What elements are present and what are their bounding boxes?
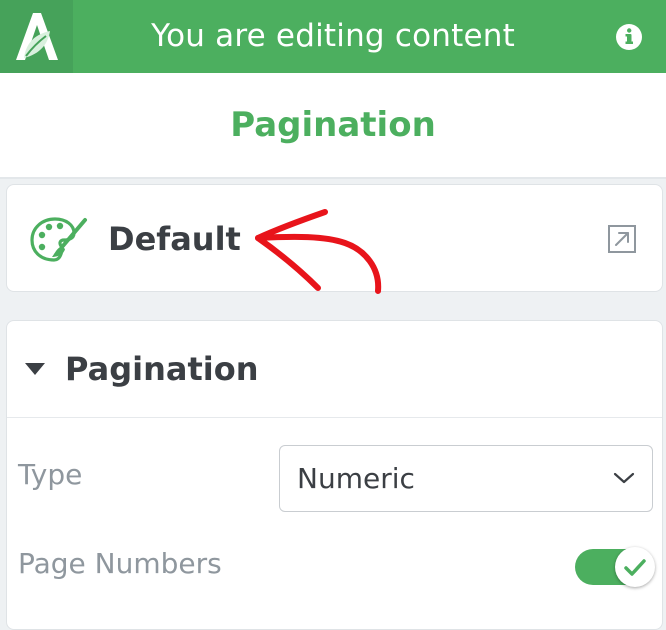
panel-title: Pagination	[65, 350, 259, 388]
style-selector-card[interactable]: Default	[6, 184, 663, 292]
caret-down-icon	[25, 363, 45, 375]
check-icon	[615, 547, 655, 587]
chevron-down-icon	[612, 470, 636, 486]
page-numbers-label: Page Numbers	[18, 547, 222, 580]
page-numbers-toggle[interactable]	[575, 547, 655, 587]
type-select-value: Numeric	[297, 462, 415, 495]
open-external-icon[interactable]	[607, 224, 637, 254]
top-header: You are editing content	[0, 0, 666, 73]
editing-banner-title: You are editing content	[151, 18, 515, 54]
logo-leaf-a-icon	[0, 0, 73, 73]
page-title: Pagination	[230, 105, 436, 145]
type-select[interactable]: Numeric	[279, 445, 653, 512]
pagination-panel: Pagination Type Numeric Page Numbers	[6, 320, 663, 630]
info-icon[interactable]	[616, 24, 642, 50]
style-name: Default	[108, 220, 241, 258]
type-label: Type	[18, 458, 83, 491]
pagination-panel-header[interactable]: Pagination	[7, 321, 662, 418]
page-header: Pagination	[0, 73, 666, 179]
palette-icon	[29, 215, 89, 265]
